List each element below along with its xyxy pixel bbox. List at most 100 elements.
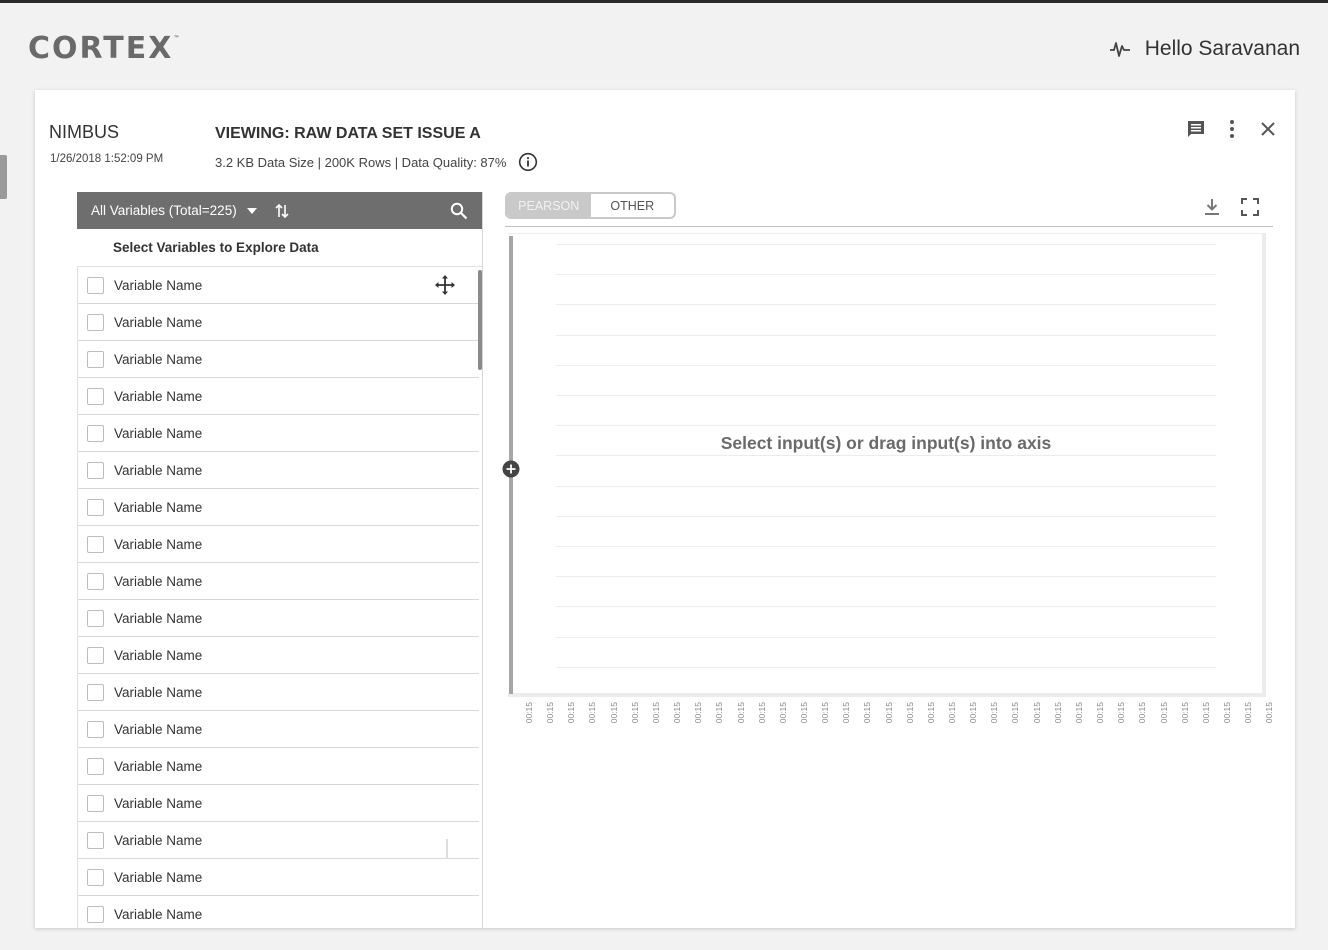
dataset-name: NIMBUS — [49, 122, 120, 142]
fullscreen-icon[interactable] — [1239, 196, 1261, 218]
toggle-other[interactable]: OTHER — [590, 194, 674, 217]
x-tick-label: 00:15 — [608, 702, 619, 724]
sort-icon[interactable] — [275, 203, 289, 219]
x-tick-label: 00:15 — [968, 702, 979, 724]
x-tick-label: 00:15 — [672, 702, 683, 724]
variable-filter-dropdown[interactable]: All Variables (Total=225) — [91, 203, 257, 218]
x-tick-label: 00:15 — [904, 702, 915, 724]
variable-name: Variable Name — [114, 314, 203, 330]
variable-name: Variable Name — [114, 610, 203, 626]
variable-row[interactable]: Variable Name — [78, 563, 479, 600]
variable-row[interactable]: Variable Name — [78, 600, 479, 637]
variable-row[interactable]: Variable Name — [78, 415, 479, 452]
variable-checkbox[interactable] — [87, 609, 104, 627]
dataset-date: 1/26/2018 1:52:09 PM — [50, 153, 164, 165]
variable-checkbox[interactable] — [87, 424, 104, 442]
x-tick-label: 00:15 — [925, 702, 936, 724]
info-icon[interactable] — [518, 152, 538, 172]
correlation-toggle[interactable]: PEARSON OTHER — [505, 192, 676, 219]
x-tick-label: 00:15 — [1052, 702, 1063, 724]
variable-row[interactable]: Variable Name — [78, 748, 479, 785]
variable-name: Variable Name — [114, 906, 203, 922]
variable-toolbar: All Variables (Total=225) — [77, 192, 482, 229]
variable-checkbox[interactable] — [87, 868, 104, 886]
activity-icon[interactable] — [1109, 40, 1131, 58]
variable-row[interactable]: Variable Name — [78, 711, 479, 748]
variable-checkbox[interactable] — [87, 498, 104, 516]
chart-gridline — [556, 515, 1216, 517]
variable-checkbox[interactable] — [87, 720, 104, 738]
chart-placeholder: Select input(s) or drag input(s) into ax… — [720, 433, 1052, 453]
add-circle-icon[interactable] — [502, 460, 520, 478]
variable-list-scrollbar[interactable] — [478, 270, 482, 370]
variable-name: Variable Name — [114, 647, 203, 663]
x-tick-label: 00:15 — [820, 702, 831, 724]
variable-row[interactable]: Variable Name — [78, 489, 479, 526]
move-icon[interactable] — [435, 275, 455, 295]
variable-checkbox[interactable] — [87, 905, 104, 923]
x-tick-label: 00:15 — [1243, 702, 1254, 724]
variable-checkbox[interactable] — [87, 683, 104, 701]
variable-row[interactable]: Variable Name — [78, 378, 479, 415]
variable-name: Variable Name — [114, 351, 203, 367]
variable-checkbox[interactable] — [87, 535, 104, 553]
chart-gridline — [556, 274, 1216, 276]
download-icon[interactable] — [1201, 196, 1223, 218]
variable-row[interactable]: Variable Name — [78, 637, 479, 674]
variable-name: Variable Name — [114, 832, 203, 848]
comment-icon[interactable] — [1185, 118, 1207, 140]
close-icon[interactable] — [1257, 118, 1279, 140]
x-tick-label: 00:15 — [777, 702, 788, 724]
chart-gridline — [556, 576, 1216, 578]
x-tick-label: 00:15 — [650, 702, 661, 724]
search-icon[interactable] — [450, 202, 468, 220]
variable-checkbox[interactable] — [87, 350, 104, 368]
variable-row[interactable]: Variable Name — [78, 341, 479, 378]
variable-row[interactable]: Variable Name — [78, 267, 479, 304]
variable-checkbox[interactable] — [87, 757, 104, 775]
x-tick-label: 00:15 — [1158, 702, 1169, 724]
chart-gridline — [556, 666, 1216, 668]
variable-checkbox[interactable] — [87, 276, 104, 294]
dataset-meta-text: 3.2 KB Data Size | 200K Rows | Data Qual… — [215, 154, 507, 170]
variable-row[interactable]: Variable Name — [78, 896, 479, 928]
variable-row[interactable]: Variable Name — [78, 304, 479, 341]
variable-row[interactable]: Variable Name — [78, 785, 479, 822]
x-tick-label: 00:15 — [1010, 702, 1021, 724]
x-tick-label: 00:15 — [1116, 702, 1127, 724]
dataset-card: NIMBUS 1/26/2018 1:52:09 PM VIEWING: RAW… — [35, 90, 1295, 928]
variable-row[interactable]: Variable Name — [78, 859, 479, 896]
card-actions — [1185, 118, 1279, 140]
x-tick-label: 00:15 — [693, 702, 704, 724]
more-vertical-icon[interactable] — [1221, 118, 1243, 140]
variable-checkbox[interactable] — [87, 831, 104, 849]
variable-checkbox[interactable] — [87, 572, 104, 590]
chart-gridline — [556, 546, 1216, 547]
variable-row[interactable]: Variable Name — [78, 526, 479, 563]
variable-checkbox[interactable] — [87, 646, 104, 664]
variable-checkbox[interactable] — [87, 461, 104, 479]
x-tick-label: 00:15 — [714, 702, 725, 724]
user-greeting[interactable]: Hello Saravanan — [1109, 37, 1300, 61]
variable-checkbox[interactable] — [87, 387, 104, 405]
page-title: VIEWING: RAW DATA SET ISSUE A — [215, 125, 481, 142]
variable-name: Variable Name — [114, 684, 203, 700]
side-drawer-handle[interactable] — [0, 155, 7, 199]
caret-down-icon — [246, 207, 257, 214]
variable-checkbox[interactable] — [87, 794, 104, 812]
toggle-pearson[interactable]: PEARSON — [507, 194, 591, 217]
x-tick-label: 00:15 — [1179, 702, 1190, 724]
variable-name: Variable Name — [114, 499, 203, 515]
variable-checkbox[interactable] — [87, 313, 104, 331]
variable-row[interactable]: Variable Name — [78, 452, 479, 489]
x-tick-label: 00:15 — [524, 702, 534, 724]
variable-row[interactable]: Variable Name — [78, 822, 479, 859]
x-tick-label: 00:15 — [841, 702, 852, 724]
chart-gridline — [556, 244, 1216, 245]
variable-row[interactable]: Variable Name — [78, 674, 479, 711]
x-tick-label: 00:15 — [1221, 702, 1232, 724]
cortex-logo: CORTEX™ — [28, 31, 180, 66]
variable-list[interactable]: Variable Name Variable Name Variable Name V… — [77, 267, 482, 928]
variable-name: Variable Name — [114, 536, 203, 552]
x-tick-label: 00:15 — [1264, 702, 1275, 724]
